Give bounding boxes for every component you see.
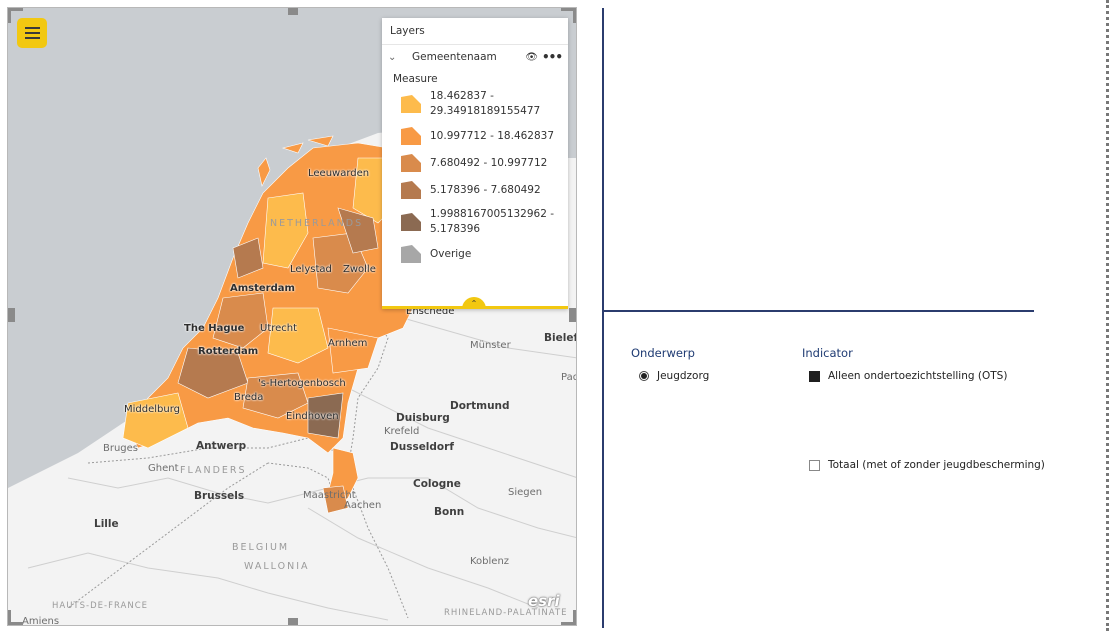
legend-item: 7.680492 - 10.997712 [382,153,568,173]
label-middelburg: Middelburg [124,404,181,415]
label-flanders: FLANDERS [180,465,247,476]
label-lelystad: Lelystad [290,264,332,275]
label-s-hertogenbosch: 's-Hertogenbosch [258,378,346,389]
label-eindhoven: Eindhoven [286,411,339,422]
measure-label: Measure [393,73,438,85]
label-pad: Pad [561,372,576,383]
label-siegen: Siegen [508,487,543,498]
legend-list: 18.462837 - 29.34918189155477 10.997712 - … [382,89,568,264]
label-brussels: Brussels [194,490,245,502]
legend-swatch-icon [401,181,421,199]
label-koblenz: Koblenz [470,556,510,567]
indicator-option-label: Totaal (met of zonder jeugdbescherming) [828,459,1045,471]
divider-horizontal [604,310,1034,312]
label-rotterdam: Rotterdam [198,346,259,357]
legend-label: 10.997712 - 18.462837 [430,129,554,144]
legend-label-line: 5.178396 - 7.680492 [430,183,541,196]
legend-item: 10.997712 - 18.462837 [382,126,568,146]
legend-label-line: 1.9988167005132962 - [430,208,555,220]
legend-label: 5.178396 - 7.680492 [430,183,541,198]
label-wallonia: WALLONIA [244,561,310,572]
label-krefeld: Krefeld [384,426,420,437]
label-cologne: Cologne [413,478,461,490]
label-leeuwarden: Leeuwarden [308,168,370,179]
chevron-down-icon[interactable]: ⌄ [388,52,402,63]
hamburger-icon [24,32,40,34]
label-amsterdam: Amsterdam [230,283,295,294]
label-netherlands: NETHERLANDS [270,218,364,229]
legend-label-line: Overige [430,247,472,260]
label-lille: Lille [94,518,119,530]
legend-label: Overige [430,247,471,262]
page-edge-dotted [1106,0,1109,631]
label-bruges: Bruges [103,443,139,454]
resize-handle-right[interactable] [569,308,576,322]
eye-icon[interactable]: 👁 [525,52,538,63]
divider-vertical [602,8,604,628]
esri-logo: esri [528,592,560,610]
indicator-slicer-title: Indicator [802,346,853,360]
label-breda: Breda [234,392,264,403]
resize-handle-top[interactable] [288,8,298,15]
label-bonn: Bonn [434,506,465,518]
label-dortmund: Dortmund [450,400,510,412]
resize-corner-tl[interactable] [8,8,23,23]
legend-item: 18.462837 - 29.34918189155477 [382,89,568,119]
collapse-panel-button[interactable]: ⌃ [462,297,486,309]
legend-label: 7.680492 - 10.997712 [430,156,547,171]
label-antwerp: Antwerp [196,440,247,452]
map-visual[interactable]: Leeuwarden NETHERLANDS Lelystad Zwolle A… [7,7,577,626]
legend-label-line: 5.178396 [430,223,481,235]
label-amiens: Amiens [22,616,60,626]
legend-swatch-icon [401,95,421,113]
label-zwolle: Zwolle [343,264,376,275]
label-arnhem: Arnhem [328,338,368,349]
legend-label: 18.462837 - 29.34918189155477 [430,89,540,119]
legend-item: 1.9988167005132962 - 5.178396 [382,207,568,237]
legend-item: 5.178396 - 7.680492 [382,180,568,200]
label-munster: Münster [470,340,511,351]
onderwerp-option-label: Jeugdzorg [657,370,710,382]
legend-label-line: 29.34918189155477 [430,105,541,117]
label-the-hague: The Hague [184,323,245,334]
checkbox-unchecked-icon[interactable] [809,459,820,471]
indicator-option-label: Alleen ondertoezichtstelling (OTS) [828,370,1008,382]
resize-handle-bottom[interactable] [288,618,298,625]
resize-corner-bl[interactable] [8,610,23,625]
legend-swatch-icon [401,127,421,145]
radio-selected-icon[interactable] [639,371,649,381]
label-utrecht: Utrecht [260,323,298,334]
label-hauts-de-france: HAUTS-DE-FRANCE [52,601,148,611]
resize-corner-br[interactable] [561,610,576,625]
onderwerp-slicer-title: Onderwerp [631,346,695,360]
checkbox-checked-icon[interactable] [809,370,820,382]
resize-handle-left[interactable] [8,308,15,322]
label-belgium: BELGIUM [232,542,290,553]
resize-corner-tr[interactable] [561,8,576,23]
label-ghent: Ghent [148,463,179,474]
label-bielefeld: Bielefe [544,332,576,344]
layers-panel-title: Layers [382,18,568,45]
legend-item: Overige [382,244,568,264]
more-options-icon[interactable]: ••• [542,50,563,64]
layer-row[interactable]: ⌄ Gemeentenaam 👁 ••• [382,45,568,69]
legend-swatch-icon [401,213,421,231]
label-duisburg: Duisburg [396,412,450,424]
legend-label-line: 10.997712 - 18.462837 [430,129,555,142]
legend-swatch-icon [401,154,421,172]
layers-panel[interactable]: Layers ⌄ Gemeentenaam 👁 ••• Measure 18.4… [382,18,568,309]
legend-label-line: 7.680492 - 10.997712 [430,156,548,169]
indicator-option-totaal[interactable]: Totaal (met of zonder jeugdbescherming) [809,459,1045,471]
label-aachen: Aachen [344,500,382,511]
layer-name: Gemeentenaam [412,51,497,63]
legend-swatch-icon [401,245,421,263]
label-dusseldorf: Dusseldorf [390,441,454,453]
indicator-option-ots[interactable]: Alleen ondertoezichtstelling (OTS) [809,370,1007,382]
onderwerp-option-jeugdzorg[interactable]: Jeugdzorg [639,370,709,382]
legend-label: 1.9988167005132962 - 5.178396 [430,207,554,237]
legend-label-line: 18.462837 - [430,90,494,102]
